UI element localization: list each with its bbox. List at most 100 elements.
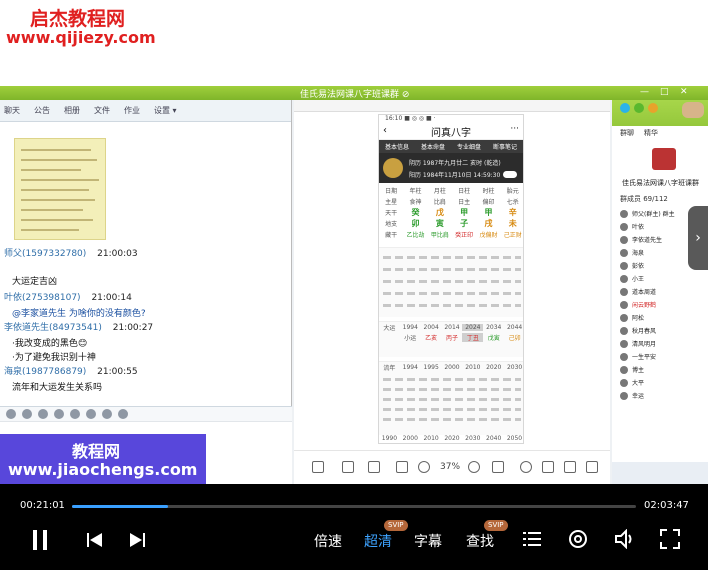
member-item[interactable]: 叶依 bbox=[620, 221, 644, 232]
sender-name[interactable]: 海泉(1987786879) bbox=[4, 367, 86, 377]
tab-files[interactable]: 文件 bbox=[94, 105, 110, 116]
chat-message-text: 大运定吉凶 bbox=[12, 277, 58, 287]
member-item[interactable]: 幸运 bbox=[620, 390, 644, 401]
sender-name[interactable]: 师父(1597332780) bbox=[4, 249, 86, 259]
chat-message-text: @李家道先生 为啥你的没有颜色? bbox=[12, 309, 146, 319]
video-frame[interactable]: 佳氏易法网课八字班课群 ⊘ — □ ✕ 聊天 公告 相册 文件 作业 设置 ▾ bbox=[0, 86, 708, 484]
member-item[interactable]: 小王 bbox=[620, 273, 644, 284]
member-item[interactable]: 师父(群主) 群主 bbox=[620, 208, 675, 219]
chat-message-header: 李依道先生(84973541) 21:00:27 bbox=[4, 320, 153, 333]
close-button[interactable]: ✕ bbox=[680, 87, 688, 97]
toggle-switch[interactable] bbox=[503, 171, 517, 178]
tab-album[interactable]: 相册 bbox=[64, 105, 80, 116]
tab-group-chat[interactable]: 群聊 bbox=[620, 128, 634, 138]
tab-chat[interactable]: 聊天 bbox=[4, 105, 20, 116]
qq-window-titlebar: 佳氏易法网课八字班课群 ⊘ — □ ✕ bbox=[0, 86, 708, 100]
fullscreen-icon[interactable] bbox=[660, 529, 680, 549]
avatar bbox=[620, 261, 628, 270]
settings-icon[interactable] bbox=[568, 529, 588, 549]
member-item[interactable]: 秋月春风 bbox=[620, 325, 656, 336]
member-item[interactable]: 闲云野鹤 bbox=[620, 299, 656, 310]
zoom-out-icon[interactable] bbox=[418, 461, 430, 473]
group-info-panel: 群聊 精华 佳氏易法网课八字班课群 群成员 69/112 师父(群主) 群主 叶… bbox=[612, 100, 708, 484]
image-icon[interactable] bbox=[86, 409, 96, 419]
progress-bar[interactable] bbox=[72, 505, 636, 508]
sender-name[interactable]: 叶依(275398107) bbox=[4, 293, 81, 303]
member-item[interactable]: 博主 bbox=[620, 364, 644, 375]
message-time: 21:00:03 bbox=[97, 249, 138, 259]
grid-row-dizhi: 地支 卯 寅 子 戌 未 bbox=[385, 219, 517, 228]
member-item[interactable]: 李依道先生 bbox=[620, 234, 662, 245]
search-button[interactable]: 查找 bbox=[466, 531, 494, 551]
more-icon[interactable]: ··· bbox=[510, 124, 519, 134]
mic-icon[interactable] bbox=[102, 409, 112, 419]
quality-button[interactable]: 超清 bbox=[364, 531, 392, 551]
member-item[interactable]: 一生平安 bbox=[620, 351, 656, 362]
member-item[interactable]: 彭依 bbox=[620, 260, 644, 271]
svip-badge: SVIP bbox=[484, 520, 508, 531]
subtitle-button[interactable]: 字幕 bbox=[414, 531, 442, 551]
pause-icon[interactable] bbox=[30, 528, 50, 552]
edit-icon[interactable] bbox=[542, 461, 554, 473]
group-window-title: 佳氏易法网课八字班课群 ⊘ bbox=[300, 90, 410, 100]
rotate-icon[interactable] bbox=[520, 461, 532, 473]
member-item[interactable]: 道本周道 bbox=[620, 286, 656, 297]
tab-essence[interactable]: 精华 bbox=[644, 128, 658, 138]
progress-fill bbox=[72, 505, 168, 508]
crop-tool-icon[interactable] bbox=[564, 461, 576, 473]
emulator-toolbar: 37% bbox=[294, 450, 610, 484]
next-arrow-icon[interactable]: › bbox=[688, 206, 708, 270]
maximize-button[interactable]: □ bbox=[660, 87, 669, 97]
volume-icon[interactable] bbox=[614, 529, 636, 549]
group-panel-header: 群聊 精华 bbox=[612, 100, 708, 140]
share-icon[interactable] bbox=[648, 103, 658, 113]
folder-icon[interactable] bbox=[70, 409, 80, 419]
grid-row-canggan: 藏干 乙比劫 甲比肩 癸正印 戊偏财 己正财 bbox=[385, 232, 522, 239]
watermark-top: 启杰教程网 www.qijiezy.com bbox=[0, 0, 708, 86]
member-item[interactable]: 阿松 bbox=[620, 312, 644, 323]
phone-emulator-window: 16:10 ■ ◎ ◎ ■ · ‹ 问真八字 ··· 基本信息 基本命盘 专业细… bbox=[294, 100, 610, 484]
sender-name[interactable]: 李依道先生(84973541) bbox=[4, 323, 102, 333]
avatar bbox=[620, 339, 628, 348]
tab-homework[interactable]: 作业 bbox=[124, 105, 140, 116]
download-icon[interactable] bbox=[586, 461, 598, 473]
current-time: 00:21:01 bbox=[20, 500, 65, 511]
fit-icon[interactable] bbox=[492, 461, 504, 473]
tab-pro-chart[interactable]: 专业细盘 bbox=[457, 142, 481, 151]
crop-icon[interactable] bbox=[396, 461, 408, 473]
playlist-icon[interactable] bbox=[522, 530, 542, 548]
zoom-in-icon[interactable] bbox=[468, 461, 480, 473]
tab-settings[interactable]: 设置 ▾ bbox=[154, 105, 177, 116]
chat-message-text: 流年和大运发生关系吗 bbox=[12, 383, 103, 393]
video-icon[interactable] bbox=[634, 103, 644, 113]
tab-notice[interactable]: 公告 bbox=[34, 105, 50, 116]
member-item[interactable]: 海泉 bbox=[620, 247, 644, 258]
solar-date: 阳历 1984年11月10日 14:59:30 bbox=[409, 172, 501, 179]
phone-icon[interactable] bbox=[620, 103, 630, 113]
grid-row-labels: 日期 年柱 月柱 日柱 时柱 胎元 bbox=[385, 188, 519, 195]
scissors-icon[interactable] bbox=[54, 409, 64, 419]
member-item[interactable]: 大平 bbox=[620, 377, 644, 388]
emoji-icon[interactable] bbox=[22, 409, 32, 419]
speed-button[interactable]: 倍速 bbox=[314, 531, 342, 551]
more-icon[interactable] bbox=[118, 409, 128, 419]
message-time: 21:00:14 bbox=[91, 293, 132, 303]
avatar bbox=[620, 274, 628, 283]
font-icon[interactable] bbox=[6, 409, 16, 419]
gif-icon[interactable] bbox=[38, 409, 48, 419]
tab-basic-info[interactable]: 基本信息 bbox=[385, 142, 409, 151]
previous-icon[interactable] bbox=[86, 532, 104, 548]
avatar bbox=[620, 365, 628, 374]
chat-image-thumbnail[interactable] bbox=[14, 138, 106, 240]
member-item[interactable]: 清风明月 bbox=[620, 338, 656, 349]
back-icon[interactable]: ‹ bbox=[383, 125, 387, 136]
system-tray bbox=[612, 462, 708, 484]
minimize-button[interactable]: — bbox=[640, 87, 649, 97]
keyboard-icon[interactable] bbox=[368, 461, 380, 473]
next-icon[interactable] bbox=[128, 532, 146, 548]
screen-icon[interactable] bbox=[312, 461, 324, 473]
tab-basic-chart[interactable]: 基本命盘 bbox=[421, 142, 445, 151]
tab-notes[interactable]: 断事笔记 bbox=[493, 142, 517, 151]
fullscreen-icon[interactable] bbox=[342, 461, 354, 473]
avatar bbox=[620, 391, 628, 400]
